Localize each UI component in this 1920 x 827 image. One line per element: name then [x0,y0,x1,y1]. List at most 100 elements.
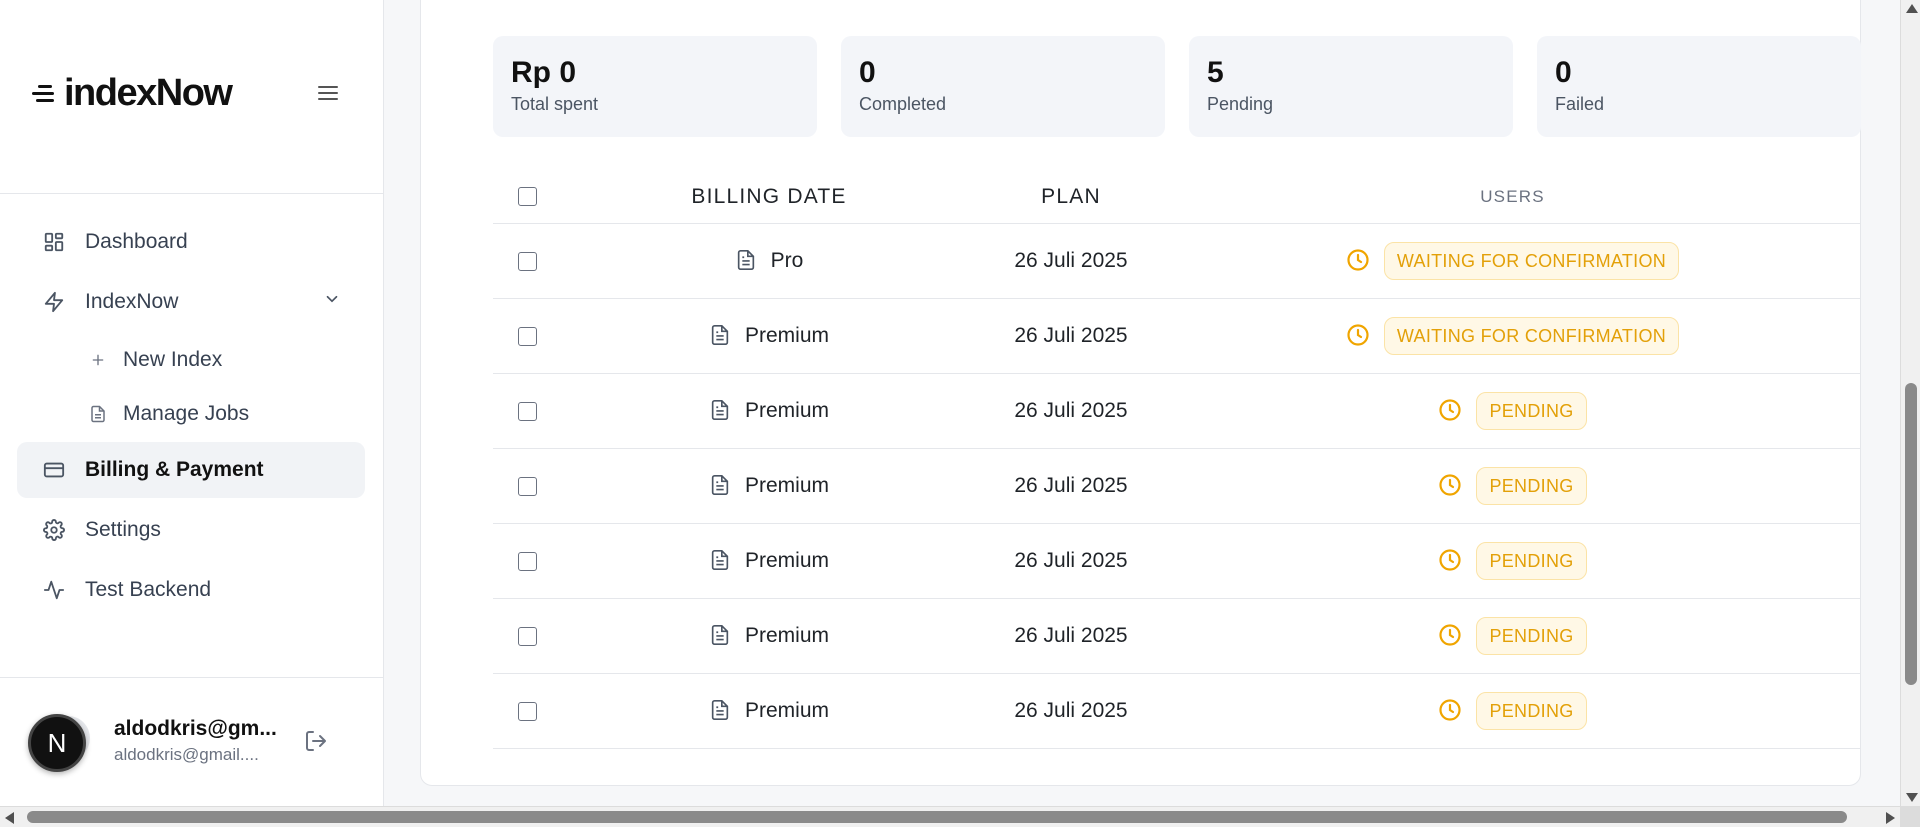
document-icon [709,399,733,423]
status-badge: WAITING FOR CONFIRMATION [1383,242,1680,280]
row-checkbox[interactable] [517,701,537,721]
table-row[interactable]: Premium 26 Juli 2025 PENDING [493,524,1860,599]
clock-icon [1438,698,1464,724]
logo-text: indexNow [64,71,233,114]
row-checkbox[interactable] [517,251,537,271]
stat-pending: 5 Pending [1189,36,1513,137]
document-icon [709,324,733,348]
table-row[interactable]: Pro 26 Juli 2025 WAITING FOR CONFIRMATION [493,224,1860,299]
sidebar-divider-bottom [0,677,383,678]
status-cell: WAITING FOR CONFIRMATION [1165,242,1860,280]
row-check-cell [493,551,561,571]
stat-value: Rp 0 [511,56,577,89]
plan-name: Premium [744,699,829,722]
scroll-right-arrow-icon[interactable] [1886,812,1895,824]
horizontal-scroll-thumb[interactable] [27,811,1847,823]
row-checkbox[interactable] [517,326,537,346]
row-check-cell [493,476,561,496]
sidebar-item-billing[interactable]: Billing & Payment [17,442,365,498]
table-row[interactable]: Premium 26 Juli 2025 PENDING [493,599,1860,674]
status-badge: PENDING [1476,467,1587,505]
horizontal-scrollbar[interactable] [0,806,1900,827]
clock-icon [1346,323,1372,349]
table-row[interactable]: Premium 26 Juli 2025 PENDING [493,374,1860,449]
chevron-down-icon[interactable] [323,290,341,314]
row-checkbox[interactable] [517,551,537,571]
billing-date: 26 Juli 2025 [1014,474,1128,497]
logo[interactable]: indexNow [32,71,233,115]
status-cell: WAITING FOR CONFIRMATION [1165,317,1860,355]
clock-icon [1438,623,1464,649]
stat-total-spent: Rp 0 Total spent [493,36,817,137]
status-badge: PENDING [1476,392,1587,430]
scroll-up-arrow-icon[interactable] [1906,4,1918,13]
sidebar-item-dashboard[interactable]: Dashboard [17,214,365,270]
row-check-cell [493,251,561,271]
plan-name: Premium [744,549,829,572]
plan-name: Pro [770,249,804,272]
billing-date: 26 Juli 2025 [1014,699,1128,722]
table-row[interactable]: Premium 26 Juli 2025 PENDING [493,449,1860,524]
clock-icon [1346,248,1372,274]
row-checkbox[interactable] [517,401,537,421]
billing-date: 26 Juli 2025 [1014,624,1128,647]
logo-row: indexNow [32,68,343,118]
status-badge: PENDING [1476,542,1587,580]
select-all-checkbox[interactable] [517,187,537,206]
sidebar-item-settings[interactable]: Settings [17,502,365,558]
logout-icon [306,731,326,751]
scroll-down-arrow-icon[interactable] [1906,793,1918,802]
billing-card: Rp 0 Total spent 0 Completed 5 Pending 0… [420,0,1861,786]
row-check-cell [493,401,561,421]
hamburger-menu-button[interactable] [313,78,343,108]
plan-cell: Premium [561,324,977,348]
stat-completed: 0 Completed [841,36,1165,137]
scroll-left-arrow-icon[interactable] [5,812,14,824]
main-content: Rp 0 Total spent 0 Completed 5 Pending 0… [384,0,1900,806]
billing-table: BILLING DATE PLAN USERS Pro 26 Juli 2025 W… [493,170,1860,749]
sidebar-item-label: Settings [85,518,161,541]
gear-icon [41,517,67,543]
clock-icon [1438,398,1464,424]
header-check-cell [493,187,561,206]
vertical-scroll-thumb[interactable] [1905,383,1917,685]
status-cell: PENDING [1165,392,1860,430]
status-badge: PENDING [1476,692,1587,730]
row-checkbox[interactable] [517,626,537,646]
stat-value: 0 [1555,56,1572,89]
document-icon [709,549,733,573]
plan-cell: Premium [561,399,977,423]
row-checkbox[interactable] [517,476,537,496]
header-plan[interactable]: PLAN [977,185,1165,209]
logout-button[interactable] [302,727,330,755]
table-row[interactable]: Premium 26 Juli 2025 PENDING [493,674,1860,749]
document-icon [735,249,759,273]
logo-mark-icon [32,80,62,106]
scrollbar-corner [1900,806,1920,827]
document-icon [87,403,109,425]
sidebar-item-indexnow[interactable]: IndexNow [17,274,365,330]
status-cell: PENDING [1165,617,1860,655]
avatar[interactable]: N [28,714,86,772]
table-header: BILLING DATE PLAN USERS [493,170,1860,224]
table-row[interactable]: Premium 26 Juli 2025 WAITING FOR CONFIRMAT… [493,299,1860,374]
billing-date: 26 Juli 2025 [1014,399,1128,422]
header-billing-date[interactable]: BILLING DATE [561,185,977,209]
user-name: aldodkris@gm... [114,717,277,740]
row-check-cell [493,626,561,646]
status-badge: PENDING [1476,617,1587,655]
sidebar-subitem-new-index[interactable]: New Index [17,334,365,386]
row-check-cell [493,326,561,346]
sidebar-subitem-manage-jobs[interactable]: Manage Jobs [17,388,365,440]
sidebar: indexNow Dashboard IndexNow New Index Ma… [0,0,384,806]
header-users[interactable]: USERS [1165,187,1860,207]
vertical-scrollbar[interactable] [1900,0,1920,806]
sidebar-subitem-label: New Index [123,348,223,371]
sidebar-item-label: Billing & Payment [85,458,264,481]
clock-icon [1438,473,1464,499]
sidebar-item-test-backend[interactable]: Test Backend [17,562,365,618]
sidebar-nav: Dashboard IndexNow New Index Manage Jobs [17,214,365,622]
plan-name: Premium [744,624,829,647]
row-check-cell [493,701,561,721]
credit-card-icon [41,457,67,483]
